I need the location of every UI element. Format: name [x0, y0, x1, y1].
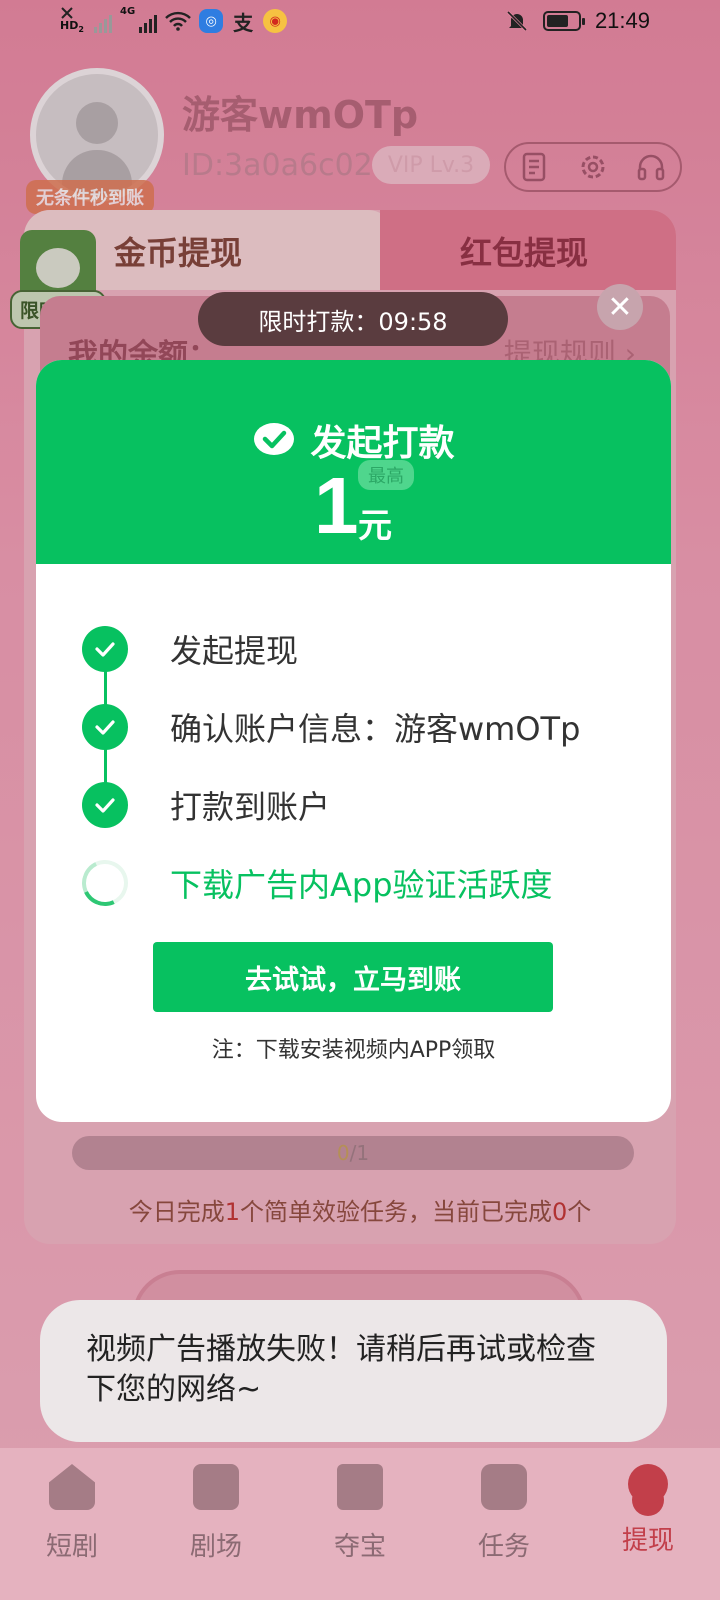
payout-amount: 1: [314, 461, 359, 550]
check-icon: [82, 704, 128, 750]
home-icon: [49, 1464, 95, 1510]
bottom-nav: 短剧 剧场 夺宝 任务 提现: [0, 1448, 720, 1600]
clock: 21:49: [594, 8, 650, 33]
signal-2-icon: [139, 9, 158, 34]
payout-steps: 发起提现 确认账户信息：游客wmOTp 打款到账户 下载广告内App验证活跃度: [75, 610, 580, 922]
alipay-icon: 支: [233, 10, 254, 35]
step-text: 发起提现: [170, 632, 299, 670]
nav-item-withdraw[interactable]: 提现: [576, 1448, 720, 1600]
check-icon: [82, 626, 128, 672]
payout-modal: 发起打款 1 最高 元 发起提现 确认账户信息：游客wmOTp 打款到账户 下载…: [36, 360, 671, 1122]
withdraw-icon: [628, 1464, 668, 1504]
treasure-icon: [337, 1464, 383, 1510]
step-item: 打款到账户: [82, 766, 330, 844]
no-sim-icon: [61, 7, 73, 19]
error-toast: 视频广告播放失败！请稍后再试或检查下您的网络~: [40, 1300, 667, 1442]
hd-indicator: HD2: [60, 6, 86, 36]
nav-item-tasks[interactable]: 任务: [432, 1448, 576, 1600]
battery-icon: [542, 11, 585, 31]
nav-item-treasure[interactable]: 夺宝: [288, 1448, 432, 1600]
payout-unit: 元: [358, 506, 392, 546]
mute-bell-icon: [506, 10, 527, 32]
modal-header: 发起打款 1 最高 元: [36, 360, 671, 564]
status-bar: HD2 4G ◎ 支 ◉ 21:49: [0, 0, 720, 48]
max-tag: 最高: [358, 460, 414, 490]
step-text: 确认账户信息：游客wmOTp: [170, 710, 581, 748]
step-item: 发起提现: [82, 610, 298, 688]
modal-note: 注：下载安装视频内APP领取: [211, 1038, 496, 1063]
step-text: 下载广告内App验证活跃度: [170, 866, 553, 904]
weibo-icon: ◉: [263, 9, 288, 34]
countdown-timer: 限时打款：09:58: [198, 292, 508, 346]
signal-1-icon: [94, 9, 112, 34]
step-item: 确认账户信息：游客wmOTp: [82, 688, 580, 766]
step-text: 打款到账户: [170, 788, 331, 826]
network-type: 4G: [120, 6, 136, 17]
nav-item-short-drama[interactable]: 短剧: [0, 1448, 144, 1600]
try-now-button[interactable]: 去试试，立马到账: [153, 942, 553, 1012]
wifi-icon: [165, 11, 192, 31]
task-icon: [481, 1464, 527, 1510]
nav-item-theater[interactable]: 剧场: [144, 1448, 288, 1600]
wechat-check-icon: [254, 423, 295, 455]
step-item: 下载广告内App验证活跃度: [75, 844, 553, 922]
tv-icon: [193, 1464, 239, 1510]
close-icon[interactable]: ✕: [597, 284, 643, 330]
check-icon: [82, 782, 128, 828]
browser-icon: ◎: [199, 9, 224, 34]
loading-spinner-icon: [75, 853, 135, 913]
